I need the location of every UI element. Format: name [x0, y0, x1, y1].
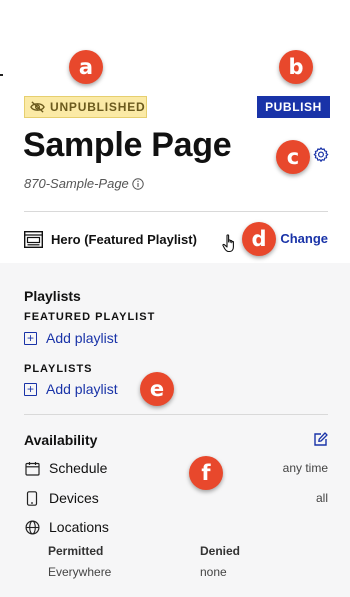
plus-box-icon: +	[24, 331, 37, 345]
schedule-label: Schedule	[49, 460, 108, 476]
denied-label: Denied	[200, 544, 241, 558]
devices-value: all	[315, 491, 328, 505]
info-icon[interactable]	[132, 177, 144, 190]
callout-e: e	[140, 372, 174, 406]
callout-b: b	[279, 50, 313, 84]
availability-heading: Availability	[24, 432, 98, 448]
denied-value: none	[200, 565, 227, 579]
devices-row: Devices all	[24, 488, 328, 508]
slug-text: 870-Sample-Page	[24, 176, 129, 191]
gear-icon[interactable]	[312, 146, 330, 164]
hand-cursor-icon	[222, 234, 234, 253]
playlists-label: PLAYLISTS	[24, 363, 93, 375]
status-badge: UNPUBLISHED	[24, 96, 147, 118]
globe-icon	[24, 519, 40, 535]
template-row: Hero (Featured Playlist) Change	[24, 228, 328, 250]
device-icon	[26, 490, 38, 506]
featured-playlist-label: FEATURED PLAYLIST	[24, 311, 156, 323]
add-featured-playlist-button[interactable]: + Add playlist	[24, 330, 118, 346]
status-badge-label: UNPUBLISHED	[50, 100, 146, 114]
devices-label: Devices	[49, 490, 99, 506]
add-playlist-button[interactable]: + Add playlist	[24, 381, 118, 397]
edge-marker	[0, 74, 3, 76]
edit-icon[interactable]	[313, 432, 328, 447]
change-template-link[interactable]: Change	[280, 231, 328, 246]
page-slug: 870-Sample-Page	[24, 176, 144, 191]
plus-box-icon: +	[24, 382, 37, 396]
calendar-icon	[24, 461, 40, 476]
eye-off-icon	[30, 101, 45, 113]
permitted-value: Everywhere	[48, 565, 112, 579]
template-name: Hero (Featured Playlist)	[51, 231, 197, 247]
divider	[24, 211, 328, 212]
add-featured-playlist-label: Add playlist	[46, 330, 118, 346]
permitted-label: Permitted	[48, 544, 104, 558]
publish-button[interactable]: PUBLISH	[257, 96, 330, 118]
callout-a: a	[69, 50, 103, 84]
template-layout-icon	[24, 230, 43, 248]
add-playlist-label: Add playlist	[46, 381, 118, 397]
schedule-row: Schedule any time	[24, 458, 328, 478]
locations-row: Locations	[24, 517, 328, 537]
locations-label: Locations	[49, 519, 109, 535]
schedule-value: any time	[282, 461, 328, 475]
callout-c: c	[276, 140, 310, 174]
divider	[24, 414, 328, 415]
playlists-heading: Playlists	[24, 288, 81, 304]
page-title: Sample Page	[23, 126, 232, 164]
